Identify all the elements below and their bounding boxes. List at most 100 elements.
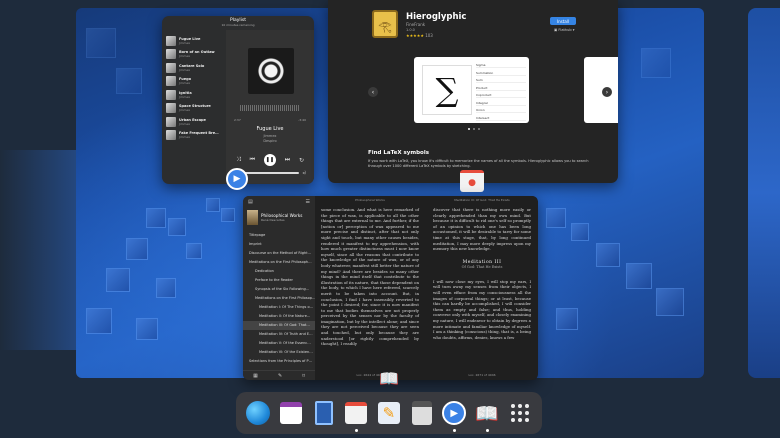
toc-item[interactable]: Meditation IV: Of Truth and E… xyxy=(243,330,315,339)
running-indicator xyxy=(355,429,359,432)
track-item[interactable]: Fuego Jimmex xyxy=(164,75,224,89)
install-button[interactable]: Install xyxy=(550,17,576,25)
toc-item[interactable]: Titlepage xyxy=(243,231,315,240)
app-screenshot[interactable]: ∑ Sigma Summation Sum Product Coproduct … xyxy=(414,57,529,123)
track-artist: Jimmex xyxy=(179,121,191,126)
right-page-footer: Loc. 2671 of 4046 xyxy=(468,373,496,377)
track-item[interactable]: Fake Frequent Bre… Jimmex xyxy=(164,129,224,143)
track-title: Ignitia xyxy=(179,90,192,95)
toc-item[interactable]: Discourse on the Method of Right… xyxy=(243,249,315,258)
book-cover xyxy=(247,210,258,225)
volume-track[interactable] xyxy=(239,171,300,174)
drawing-canvas: ∑ xyxy=(422,65,472,115)
track-artist: Jimmex xyxy=(179,54,191,59)
sidebar-toggle-icon[interactable]: ▤ xyxy=(248,199,253,205)
track-item[interactable]: Fugue Live Jimmex xyxy=(164,34,224,48)
track-artist: Jimmex xyxy=(179,108,191,113)
dock-item-software-center[interactable] xyxy=(343,400,369,432)
music-app-icon[interactable]: ▶ xyxy=(226,168,248,190)
toc-item[interactable]: Meditations on the First Philosoph… xyxy=(243,258,315,267)
description-title: Find LaTeX symbols xyxy=(368,150,429,156)
symbol-result: Coproduct xyxy=(476,93,526,98)
next-icon[interactable]: ⏭ xyxy=(285,156,290,164)
track-item[interactable]: Urban Escape Jimmex xyxy=(164,115,224,129)
album-thumbnail xyxy=(166,76,176,87)
toc-item[interactable]: Selections from the Principles of P… xyxy=(243,357,315,366)
toc-item[interactable]: Meditation VI: Of the Existen… xyxy=(243,348,315,357)
waveform-seekbar[interactable] xyxy=(240,105,300,111)
dock-item-music[interactable]: ▶ xyxy=(441,400,467,432)
dock-item-app-grid[interactable] xyxy=(507,400,533,426)
toc-item[interactable]: Imprint xyxy=(243,240,315,249)
left-page-header: Philosophical Works xyxy=(355,198,385,202)
contents-icon[interactable]: ▦ xyxy=(253,373,258,379)
music-icon: ▶ xyxy=(442,401,467,425)
symbol-result: Product xyxy=(476,86,526,91)
track-artist: Jimmex xyxy=(179,67,191,72)
wallpaper-edge-left xyxy=(0,150,76,350)
screenshot-dot[interactable] xyxy=(468,128,470,130)
repeat-icon[interactable]: ↻ xyxy=(299,157,304,164)
next-screenshot-preview[interactable] xyxy=(584,57,618,123)
dock-item-calendar[interactable] xyxy=(278,400,304,426)
toc-item[interactable]: Meditation V: Of the Essenc… xyxy=(243,339,315,348)
book-reader-window[interactable]: ▤ ☰ Philosophical Works René Descartes Ti… xyxy=(243,196,538,380)
hieroglyphic-app-icon: 𓂀 xyxy=(372,10,398,38)
left-page-footer: Loc. 2644 of 4046 xyxy=(356,373,384,377)
screenshot-dot[interactable] xyxy=(473,128,475,130)
pause-button[interactable]: ❚❚ xyxy=(263,154,276,166)
track-item[interactable]: Space Structure Jimmex xyxy=(164,102,224,116)
album-thumbnail xyxy=(166,35,176,46)
software-center-icon xyxy=(345,402,368,424)
left-page[interactable]: Philosophical Works some conclusion. And… xyxy=(315,196,425,380)
dock-item-web-browser[interactable] xyxy=(245,400,271,426)
next-workspace-preview[interactable] xyxy=(748,8,780,378)
track-item[interactable]: Born of an Outlaw Jimmex xyxy=(164,48,224,62)
rating-stars: ★★★★★ xyxy=(406,33,424,38)
bookmarks-icon[interactable]: ⌑ xyxy=(302,373,305,379)
album-thumbnail xyxy=(166,103,176,114)
dock-item-calculator[interactable] xyxy=(409,400,435,426)
book-author: René Descartes xyxy=(261,217,285,222)
album-thumbnail xyxy=(166,89,176,100)
software-center-app-icon[interactable]: ● xyxy=(460,170,484,192)
track-item[interactable]: Ignitia Jimmex xyxy=(164,88,224,102)
screenshot-prev-button[interactable]: ‹ xyxy=(368,87,378,97)
dock-item-book-reader[interactable]: 📖 xyxy=(474,400,500,432)
dock-item-text-editor[interactable] xyxy=(311,400,337,426)
app-name: Hieroglyphic xyxy=(406,12,467,22)
album-thumbnail xyxy=(166,62,176,73)
right-page[interactable]: Meditation III: Of God: That He Exists d… xyxy=(427,196,537,380)
screenshot-dot[interactable] xyxy=(478,128,480,130)
track-artist: Jimmex xyxy=(179,135,191,140)
album-art xyxy=(248,48,294,94)
music-player-window[interactable]: Playlist 10 minutes remaining Fugue Live… xyxy=(162,16,314,184)
toc-item-selected[interactable]: Meditation III: Of God: That… xyxy=(243,321,315,330)
dock: ✎ ▶ 📖 xyxy=(236,392,542,434)
source-selector[interactable]: ▣ Flathub ▾ xyxy=(554,28,574,32)
dock-item-writing[interactable]: ✎ xyxy=(376,400,402,426)
previous-icon[interactable]: ⏮ xyxy=(250,156,255,164)
annotations-icon[interactable]: ✎ xyxy=(278,373,282,379)
app-version: 1.0.0 xyxy=(406,28,415,32)
album-thumbnail xyxy=(166,130,176,141)
source-label: Flathub xyxy=(558,28,572,32)
right-page-header: Meditation III: Of God: That He Exists xyxy=(454,198,510,202)
book-reader-icon: 📖 xyxy=(475,402,499,425)
writing-icon: ✎ xyxy=(377,402,400,424)
toc-item[interactable]: Meditation II: Of the Nature… xyxy=(243,312,315,321)
shuffle-icon[interactable]: ⤨ xyxy=(236,156,241,164)
menu-icon[interactable]: ☰ xyxy=(306,199,310,205)
screenshot-next-button[interactable]: › xyxy=(602,87,612,97)
toc-item[interactable]: Preface to the Reader xyxy=(243,276,315,285)
book-reader-app-icon[interactable]: 📖 xyxy=(377,368,401,388)
app-developer[interactable]: FineFrank xyxy=(406,22,425,27)
toc-item[interactable]: Meditations on the First Philosop… xyxy=(243,294,315,303)
software-center-window[interactable]: 𓂀 Hieroglyphic FineFrank 1.0.0 ★★★★★ 103… xyxy=(328,0,618,183)
app-grid-icon xyxy=(510,404,529,422)
toc-item[interactable]: Synopsis of the Six Following… xyxy=(243,285,315,294)
toc-item[interactable]: Dedication xyxy=(243,267,315,276)
track-item[interactable]: Cantare Solo Jimmex xyxy=(164,61,224,75)
toc-item[interactable]: Meditation I: Of The Things o… xyxy=(243,303,315,312)
right-page-text-bottom: I will now close my eyes, I will stop my… xyxy=(433,278,531,340)
